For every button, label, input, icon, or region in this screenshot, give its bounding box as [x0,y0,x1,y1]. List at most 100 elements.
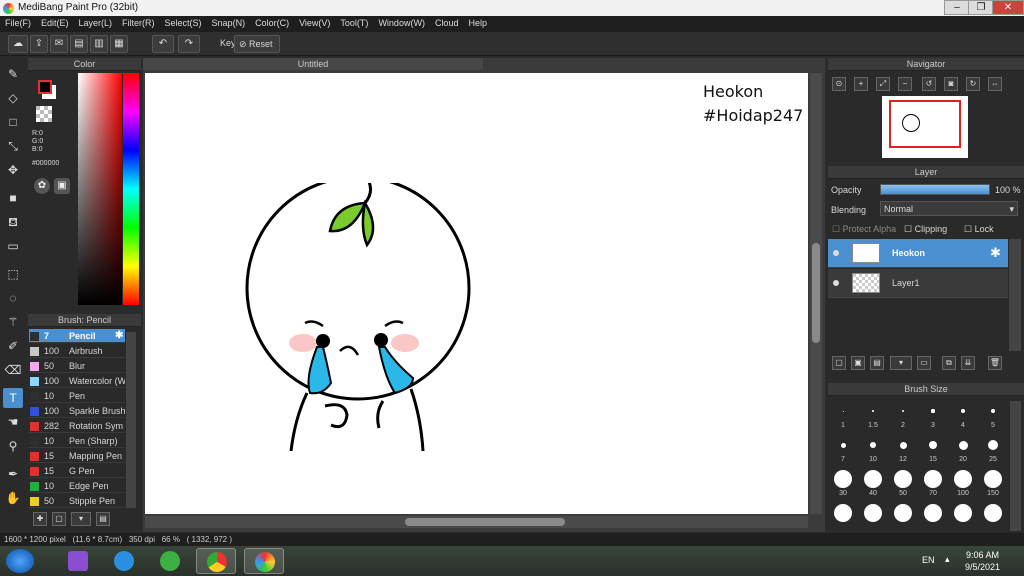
select-pen-tool-icon[interactable]: ✐ [3,336,23,356]
add-layer-menu-icon[interactable]: ▾ [890,356,912,370]
new-brush-icon[interactable]: ▢ [52,512,66,526]
canvas-vertical-scrollbar[interactable] [810,73,822,514]
brush-item[interactable]: 100 Airbrush [29,344,125,358]
bucket-tool-icon[interactable]: ⛾ [3,212,23,232]
brush-size-dot[interactable] [840,442,846,448]
merge-layer-icon[interactable]: ⇊ [961,356,975,370]
brush-size-dot[interactable] [961,409,965,413]
new-layer-icon[interactable]: ▢ [832,356,846,370]
menu-help[interactable]: Help [463,16,492,28]
close-button[interactable]: ✕ [992,0,1024,15]
brush-size-dot[interactable] [929,441,937,449]
brush-size-dot[interactable] [954,504,972,522]
rotate-left-icon[interactable]: ↺ [922,77,936,91]
brush-settings-gear-icon[interactable]: ✱ [115,329,123,343]
snap-tool-icon[interactable]: ⤡ [3,136,23,156]
new-8bit-layer-icon[interactable]: ▣ [851,356,865,370]
brush-size-dot[interactable] [924,504,942,522]
new-1bit-layer-icon[interactable]: ▤ [870,356,884,370]
vertical-scroll-thumb[interactable] [812,243,820,343]
brush-size-dot[interactable] [894,470,912,488]
brush-size-dot[interactable] [958,440,968,450]
delete-layer-icon[interactable]: 🗑 [988,356,1002,370]
menu-snap[interactable]: Snap(N) [207,16,251,28]
brush-item[interactable]: 10 Edge Pen [29,479,125,493]
brush-item[interactable]: 50 Stipple Pen [29,494,125,508]
clipping-checkbox[interactable]: ☐ Clipping [904,224,947,235]
rect-tool-icon[interactable]: □ [3,112,23,132]
menu-window[interactable]: Window(W) [373,16,430,28]
fill-rect-tool-icon[interactable]: ■ [3,188,23,208]
brush-size-dot[interactable] [901,409,905,413]
brush-item[interactable]: 10 Pen [29,389,125,403]
opacity-slider[interactable] [880,184,990,195]
brush-menu-icon[interactable]: ▾ [71,512,91,526]
lock-checkbox[interactable]: ☐ Lock [964,224,994,235]
brush-tool-icon[interactable]: ✎ [3,64,23,84]
tray-arrow-icon[interactable]: ▴ [945,554,950,565]
brush-size-dot[interactable] [864,504,882,522]
select-eraser-tool-icon[interactable]: ⌫ [3,360,23,380]
brush-item[interactable]: 15 Mapping Pen [29,449,125,463]
layer-list-scrollbar[interactable] [1009,239,1021,351]
brush-item[interactable]: 50 Blur [29,359,125,373]
folder-icon[interactable]: ▭ [917,356,931,370]
brush-size-dot[interactable] [834,470,852,488]
brush-settings-icon[interactable]: ▤ [96,512,110,526]
palette-icon[interactable]: ✿ [34,178,50,194]
start-button[interactable] [6,549,34,573]
taskbar-app-chrome[interactable] [196,548,236,574]
visibility-eye-icon[interactable] [833,250,839,256]
brush-size-dot[interactable] [894,504,912,522]
foreground-color-swatch[interactable] [38,80,52,94]
menu-view[interactable]: View(V) [294,16,335,28]
reset-button[interactable]: ⊘ Reset [234,35,280,53]
fit-window-icon[interactable]: ⤢ [876,77,890,91]
menu-tool[interactable]: Tool(T) [335,16,373,28]
chat-icon[interactable]: ✉ [50,35,68,53]
menu-edit[interactable]: Edit(E) [36,16,74,28]
taskbar-app-coccoc[interactable] [150,548,190,574]
zoom-in-icon[interactable]: + [854,77,868,91]
blending-select[interactable]: Normal ▾ [880,201,1018,216]
brush-list-scrollbar[interactable] [126,332,136,508]
pen-tool-icon[interactable]: ✒ [3,464,23,484]
hue-slider[interactable] [123,73,139,305]
zoom-out-icon[interactable]: − [898,77,912,91]
navigator-thumbnail[interactable] [882,96,968,158]
canvas-paper[interactable]: Heokon #Hoidap247 [145,73,808,514]
clock[interactable]: 9:06 AM 9/5/2021 [965,549,1000,573]
text-tool-icon[interactable]: T [3,388,23,408]
share-icon[interactable]: ⇪ [30,35,48,53]
menu-file[interactable]: File(F) [0,16,36,28]
brush-size-scrollbar[interactable] [1010,401,1021,531]
brush-size-dot[interactable] [842,410,844,412]
brush-size-dot[interactable] [924,470,942,488]
taskbar-app-medibang[interactable] [244,548,284,574]
language-indicator[interactable]: EN [922,555,935,565]
eraser-tool-icon[interactable]: ◇ [3,88,23,108]
transparent-color-swatch[interactable] [36,106,52,122]
menu-cloud[interactable]: Cloud [430,16,464,28]
select-rect-tool-icon[interactable]: ⬚ [3,264,23,284]
brush-size-dot[interactable] [834,504,852,522]
maximize-button[interactable]: ❐ [968,0,994,15]
duplicate-layer-icon[interactable]: ⧉ [942,356,956,370]
visibility-eye-icon[interactable] [833,280,839,286]
cloud-icon[interactable]: ☁ [8,35,28,53]
brush-item[interactable]: 15 G Pen [29,464,125,478]
layer-settings-gear-icon[interactable]: ✱ [990,245,1001,261]
lasso-tool-icon[interactable]: ◌ [3,288,23,308]
brush-size-dot[interactable] [984,470,1002,488]
menu-filter[interactable]: Filter(R) [117,16,160,28]
reset-rotation-icon[interactable]: ◙ [944,77,958,91]
hand-tool-icon[interactable]: ✋ [3,488,23,508]
navigator-viewport[interactable] [889,100,961,148]
move-tool-icon[interactable]: ✥ [3,160,23,180]
color-set-icon[interactable]: ▣ [54,178,70,194]
brush-size-dot[interactable] [988,440,998,450]
document-icon[interactable]: ▥ [90,35,108,53]
gradient-tool-icon[interactable]: ▭ [3,236,23,256]
magic-wand-tool-icon[interactable]: ⚚ [3,312,23,332]
brush-item[interactable]: 10 Pen (Sharp) [29,434,125,448]
